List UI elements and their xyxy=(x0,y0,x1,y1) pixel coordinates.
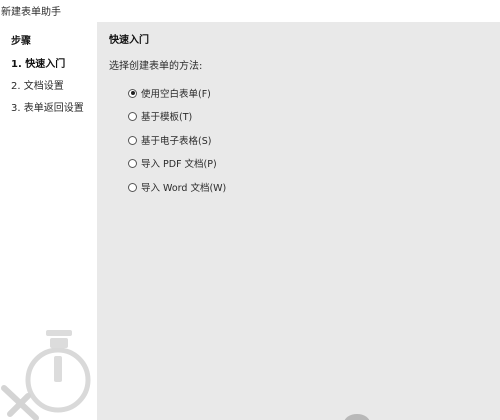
partial-button-icon xyxy=(344,414,370,420)
radio-button[interactable] xyxy=(128,111,137,121)
radio-button[interactable] xyxy=(128,182,137,192)
window-title: 新建表单助手 xyxy=(1,7,61,18)
option-template[interactable]: 基于模板(T) xyxy=(128,109,192,123)
option-label: 导入 PDF 文档(P) xyxy=(141,159,217,170)
step-form-return-settings[interactable]: 3. 表单返回设置 xyxy=(11,99,84,114)
steps-heading: 步骤 xyxy=(11,36,31,47)
step-quick-start[interactable]: 1. 快速入门 xyxy=(11,55,65,70)
title-bar: 新建表单助手 xyxy=(0,0,500,22)
method-prompt: 选择创建表单的方法: xyxy=(109,61,203,72)
stopwatch-watermark-icon xyxy=(1,330,91,420)
radio-button[interactable] xyxy=(128,88,137,98)
page-title: 快速入门 xyxy=(109,35,149,46)
steps-sidebar: 步骤 1. 快速入门 2. 文档设置 3. 表单返回设置 xyxy=(0,22,97,420)
option-label: 使用空白表单(F) xyxy=(141,89,211,100)
step-document-settings[interactable]: 2. 文档设置 xyxy=(11,77,64,92)
option-import-word[interactable]: 导入 Word 文档(W) xyxy=(128,180,226,194)
radio-button[interactable] xyxy=(128,135,137,145)
option-import-pdf[interactable]: 导入 PDF 文档(P) xyxy=(128,156,217,170)
option-blank-form[interactable]: 使用空白表单(F) xyxy=(128,86,211,100)
option-label: 基于电子表格(S) xyxy=(141,136,212,147)
option-label: 导入 Word 文档(W) xyxy=(141,183,227,194)
option-label: 基于模板(T) xyxy=(141,112,193,123)
radio-button[interactable] xyxy=(128,158,137,168)
option-spreadsheet[interactable]: 基于电子表格(S) xyxy=(128,133,211,147)
main-panel: 快速入门 选择创建表单的方法: 使用空白表单(F) 基于模板(T) 基于电子表格… xyxy=(97,22,500,420)
